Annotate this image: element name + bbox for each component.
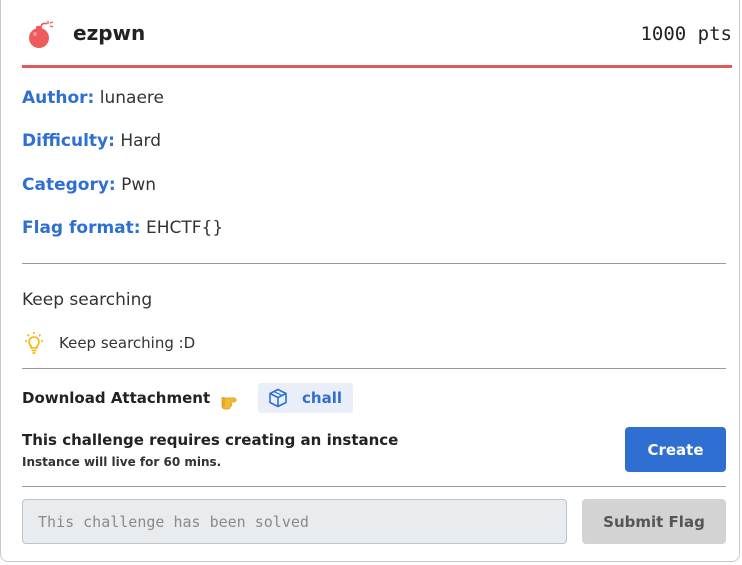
challenge-description: Keep searching <box>22 290 153 310</box>
category-value: Pwn <box>121 175 157 195</box>
instance-title: This challenge requires creating an inst… <box>22 431 399 449</box>
chall-attachment-label: chall <box>302 389 342 407</box>
difficulty-row: Difficulty: Hard <box>22 131 161 151</box>
chall-attachment-button[interactable]: chall <box>258 383 353 413</box>
divider <box>22 368 726 369</box>
divider <box>22 486 726 487</box>
challenge-points: 1000 pts <box>640 23 732 45</box>
divider <box>22 263 726 264</box>
flag-format-row: Flag format: EHCTF{} <box>22 218 223 238</box>
flag-format-key: Flag format: <box>22 218 141 238</box>
download-attachment-label: Download Attachment <box>22 389 211 407</box>
author-value: lunaere <box>99 88 164 108</box>
category-row: Category: Pwn <box>22 175 156 195</box>
pointing-hand-icon <box>221 397 237 410</box>
flag-input[interactable] <box>22 499 567 544</box>
instance-subtitle: Instance will live for 60 mins. <box>22 455 222 469</box>
author-row: Author: lunaere <box>22 88 164 108</box>
submit-flag-button[interactable]: Submit Flag <box>582 499 726 544</box>
challenge-card: ezpwn 1000 pts Author: lunaere Difficult… <box>0 0 740 562</box>
flag-format-value: EHCTF{} <box>145 218 224 238</box>
lightbulb-icon <box>25 332 43 354</box>
category-key: Category: <box>22 175 116 195</box>
bomb-icon <box>29 21 54 48</box>
difficulty-key: Difficulty: <box>22 131 115 151</box>
hint-text: Keep searching :D <box>59 334 196 352</box>
challenge-header: ezpwn 1000 pts <box>22 0 732 68</box>
create-instance-button[interactable]: Create <box>625 427 726 472</box>
cube-icon <box>269 388 287 408</box>
difficulty-value: Hard <box>120 131 162 151</box>
author-key: Author: <box>22 88 95 108</box>
challenge-title: ezpwn <box>73 21 146 45</box>
